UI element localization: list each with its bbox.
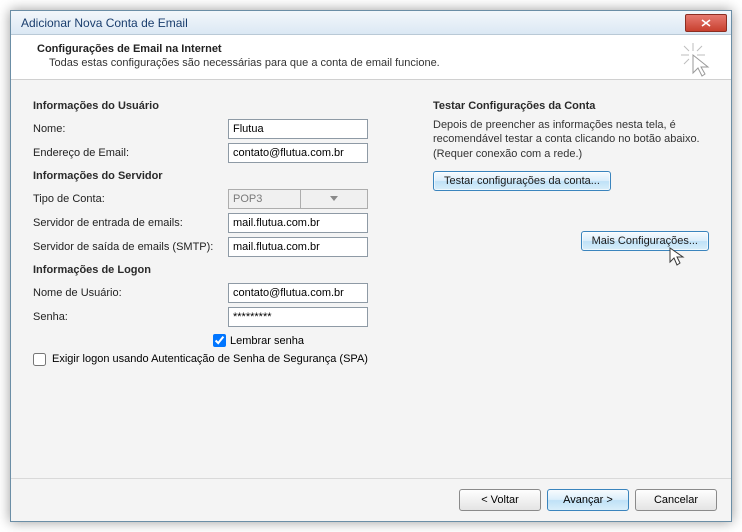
- section-logon-info: Informações de Logon: [33, 264, 403, 276]
- label-email: Endereço de Email:: [33, 147, 228, 159]
- input-name[interactable]: [228, 119, 368, 139]
- titlebar: Adicionar Nova Conta de Email: [11, 11, 731, 35]
- label-outgoing: Servidor de saída de emails (SMTP):: [33, 241, 228, 253]
- label-incoming: Servidor de entrada de emails:: [33, 217, 228, 229]
- window-title: Adicionar Nova Conta de Email: [21, 16, 685, 30]
- close-button[interactable]: [685, 14, 727, 32]
- decorative-cursor-icon: [679, 43, 713, 80]
- chevron-down-icon: [300, 190, 368, 208]
- label-remember-password[interactable]: Lembrar senha: [230, 335, 304, 347]
- content-area: Informações do Usuário Nome: Endereço de…: [11, 80, 731, 478]
- label-account-type: Tipo de Conta:: [33, 193, 228, 205]
- checkbox-spa[interactable]: [33, 353, 46, 366]
- cursor-icon: [669, 247, 685, 267]
- checkbox-remember-password[interactable]: [213, 334, 226, 347]
- next-button[interactable]: Avançar >: [547, 489, 629, 511]
- section-user-info: Informações do Usuário: [33, 100, 403, 112]
- right-column: Testar Configurações da Conta Depois de …: [433, 94, 709, 470]
- left-column: Informações do Usuário Nome: Endereço de…: [33, 94, 403, 470]
- label-spa[interactable]: Exigir logon usando Autenticação de Senh…: [52, 353, 368, 365]
- select-account-type: POP3: [228, 189, 368, 209]
- test-description: Depois de preencher as informações nesta…: [433, 118, 709, 161]
- back-button[interactable]: < Voltar: [459, 489, 541, 511]
- close-icon: [701, 19, 711, 27]
- label-password: Senha:: [33, 311, 228, 323]
- dialog-window: Adicionar Nova Conta de Email Configuraç…: [10, 10, 732, 522]
- more-settings-button[interactable]: Mais Configurações...: [581, 231, 709, 251]
- input-incoming-server[interactable]: [228, 213, 368, 233]
- cancel-button[interactable]: Cancelar: [635, 489, 717, 511]
- footer-buttons: < Voltar Avançar > Cancelar: [11, 478, 731, 521]
- section-test-account: Testar Configurações da Conta: [433, 100, 709, 112]
- header-band: Configurações de Email na Internet Todas…: [11, 35, 731, 80]
- input-outgoing-server[interactable]: [228, 237, 368, 257]
- header-subtitle: Todas estas configurações são necessária…: [37, 57, 717, 69]
- header-title: Configurações de Email na Internet: [37, 43, 717, 55]
- select-account-type-value: POP3: [233, 193, 300, 205]
- input-email[interactable]: [228, 143, 368, 163]
- section-server-info: Informações do Servidor: [33, 170, 403, 182]
- label-username: Nome de Usuário:: [33, 287, 228, 299]
- test-account-button[interactable]: Testar configurações da conta...: [433, 171, 611, 191]
- label-name: Nome:: [33, 123, 228, 135]
- input-username[interactable]: [228, 283, 368, 303]
- input-password[interactable]: [228, 307, 368, 327]
